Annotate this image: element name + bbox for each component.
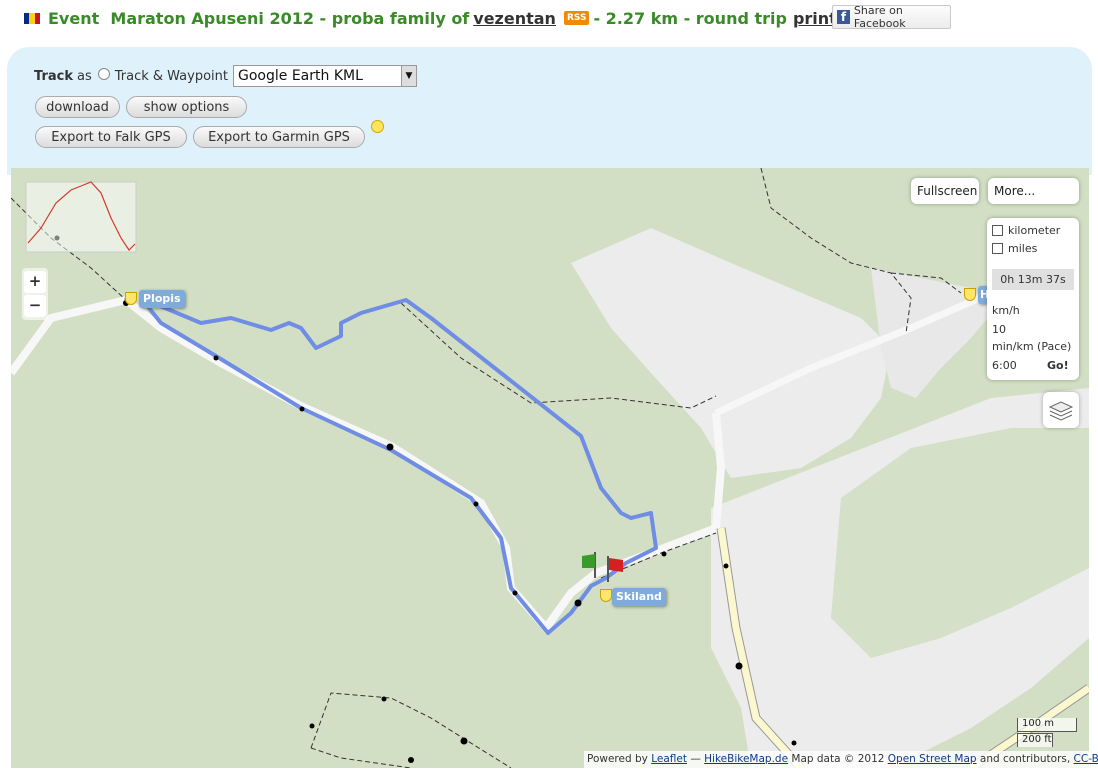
poi-label-skiland[interactable]: Skiland	[612, 588, 666, 606]
rss-icon[interactable]: RSS	[563, 11, 590, 25]
print-link[interactable]: print	[793, 9, 837, 28]
miles-label: miles	[1008, 242, 1038, 255]
shield-icon	[600, 589, 612, 602]
layers-icon	[1048, 401, 1074, 421]
export-garmin-button[interactable]: Export to Garmin GPS	[193, 126, 365, 148]
facebook-icon: f	[837, 10, 850, 24]
kmh-label: km/h	[992, 304, 1020, 317]
units-panel: kilometer miles 0h 13m 37s km/h 10 min/k…	[987, 218, 1079, 380]
title-prefix: Event	[48, 8, 100, 28]
kilometer-option[interactable]: kilometer	[992, 224, 1060, 237]
export-falk-button[interactable]: Export to Falk GPS	[35, 126, 187, 148]
miles-checkbox[interactable]	[992, 243, 1003, 254]
leaflet-link[interactable]: Leaflet	[651, 753, 687, 765]
pace-input[interactable]: 6:00	[992, 358, 1044, 373]
scale-metric: 100 m	[1017, 718, 1077, 732]
end-flag-icon	[607, 556, 623, 582]
user-link[interactable]: vezentan	[473, 9, 556, 28]
pace-label: min/km (Pace)	[992, 340, 1072, 353]
attribution-text: and contributors,	[979, 753, 1071, 765]
osm-link[interactable]: Open Street Map	[888, 753, 977, 765]
show-options-button[interactable]: show options	[126, 96, 247, 118]
chevron-down-icon[interactable]: ▼	[401, 66, 416, 86]
map-canvas[interactable]: Plopis Skiland H	[11, 168, 1089, 768]
scale-imperial: 200 ft	[1017, 733, 1053, 747]
track-waypoint-radio[interactable]	[97, 68, 110, 80]
as-label: as	[76, 68, 92, 84]
zoom-control: + −	[22, 268, 48, 320]
miles-option[interactable]: miles	[992, 242, 1037, 255]
share-facebook-label: Share on Facebook	[853, 4, 906, 30]
zoom-out-button[interactable]: −	[24, 295, 46, 317]
kilometer-checkbox[interactable]	[992, 225, 1003, 236]
duration-display: 0h 13m 37s	[992, 269, 1074, 290]
trail-line	[310, 692, 512, 768]
attribution-text: Map data © 2012	[791, 753, 885, 765]
map-attribution: Powered by Leaflet — HikeBikeMap.de Map …	[584, 751, 1098, 768]
shield-icon	[125, 292, 137, 305]
distance-text: - 2.27 km - round trip	[593, 8, 787, 28]
track-waypoint-label: Track & Waypoint	[114, 68, 228, 84]
export-format-row: Track as Track & Waypoint Google Earth K…	[34, 64, 417, 88]
go-button[interactable]: Go!	[1047, 358, 1069, 373]
elevation-profile	[25, 181, 137, 253]
layers-button[interactable]	[1043, 392, 1079, 428]
download-button[interactable]: download	[35, 96, 120, 118]
more-button[interactable]: More...	[988, 178, 1079, 204]
poi-label-plopis[interactable]: Plopis	[139, 290, 185, 308]
event-name: Maraton Apuseni 2012 - proba family of	[110, 8, 470, 28]
kilometer-label: kilometer	[1008, 224, 1061, 237]
track-label: Track	[34, 68, 73, 84]
format-select-value: Google Earth KML	[238, 68, 363, 84]
speed-input[interactable]: 10	[992, 322, 1044, 337]
license-link[interactable]: CC-BY-SA	[1074, 753, 1098, 765]
fullscreen-button[interactable]: Fullscreen	[911, 178, 979, 204]
trail-line	[310, 747, 412, 768]
format-select[interactable]: Google Earth KML ▼	[233, 65, 417, 87]
hikebikemap-link[interactable]: HikeBikeMap.de	[704, 753, 788, 765]
attribution-text: Powered by	[587, 753, 648, 765]
share-facebook-button[interactable]: f Share on Facebook	[832, 4, 951, 30]
romania-flag-icon	[24, 12, 40, 24]
lightbulb-icon[interactable]	[371, 120, 384, 133]
page-title: Event Maraton Apuseni 2012 - proba famil…	[24, 6, 856, 30]
zoom-in-button[interactable]: +	[24, 271, 46, 293]
road-line	[594, 412, 726, 577]
attribution-text: —	[690, 753, 701, 765]
shield-icon	[964, 288, 976, 301]
map-tiles	[11, 168, 1089, 768]
